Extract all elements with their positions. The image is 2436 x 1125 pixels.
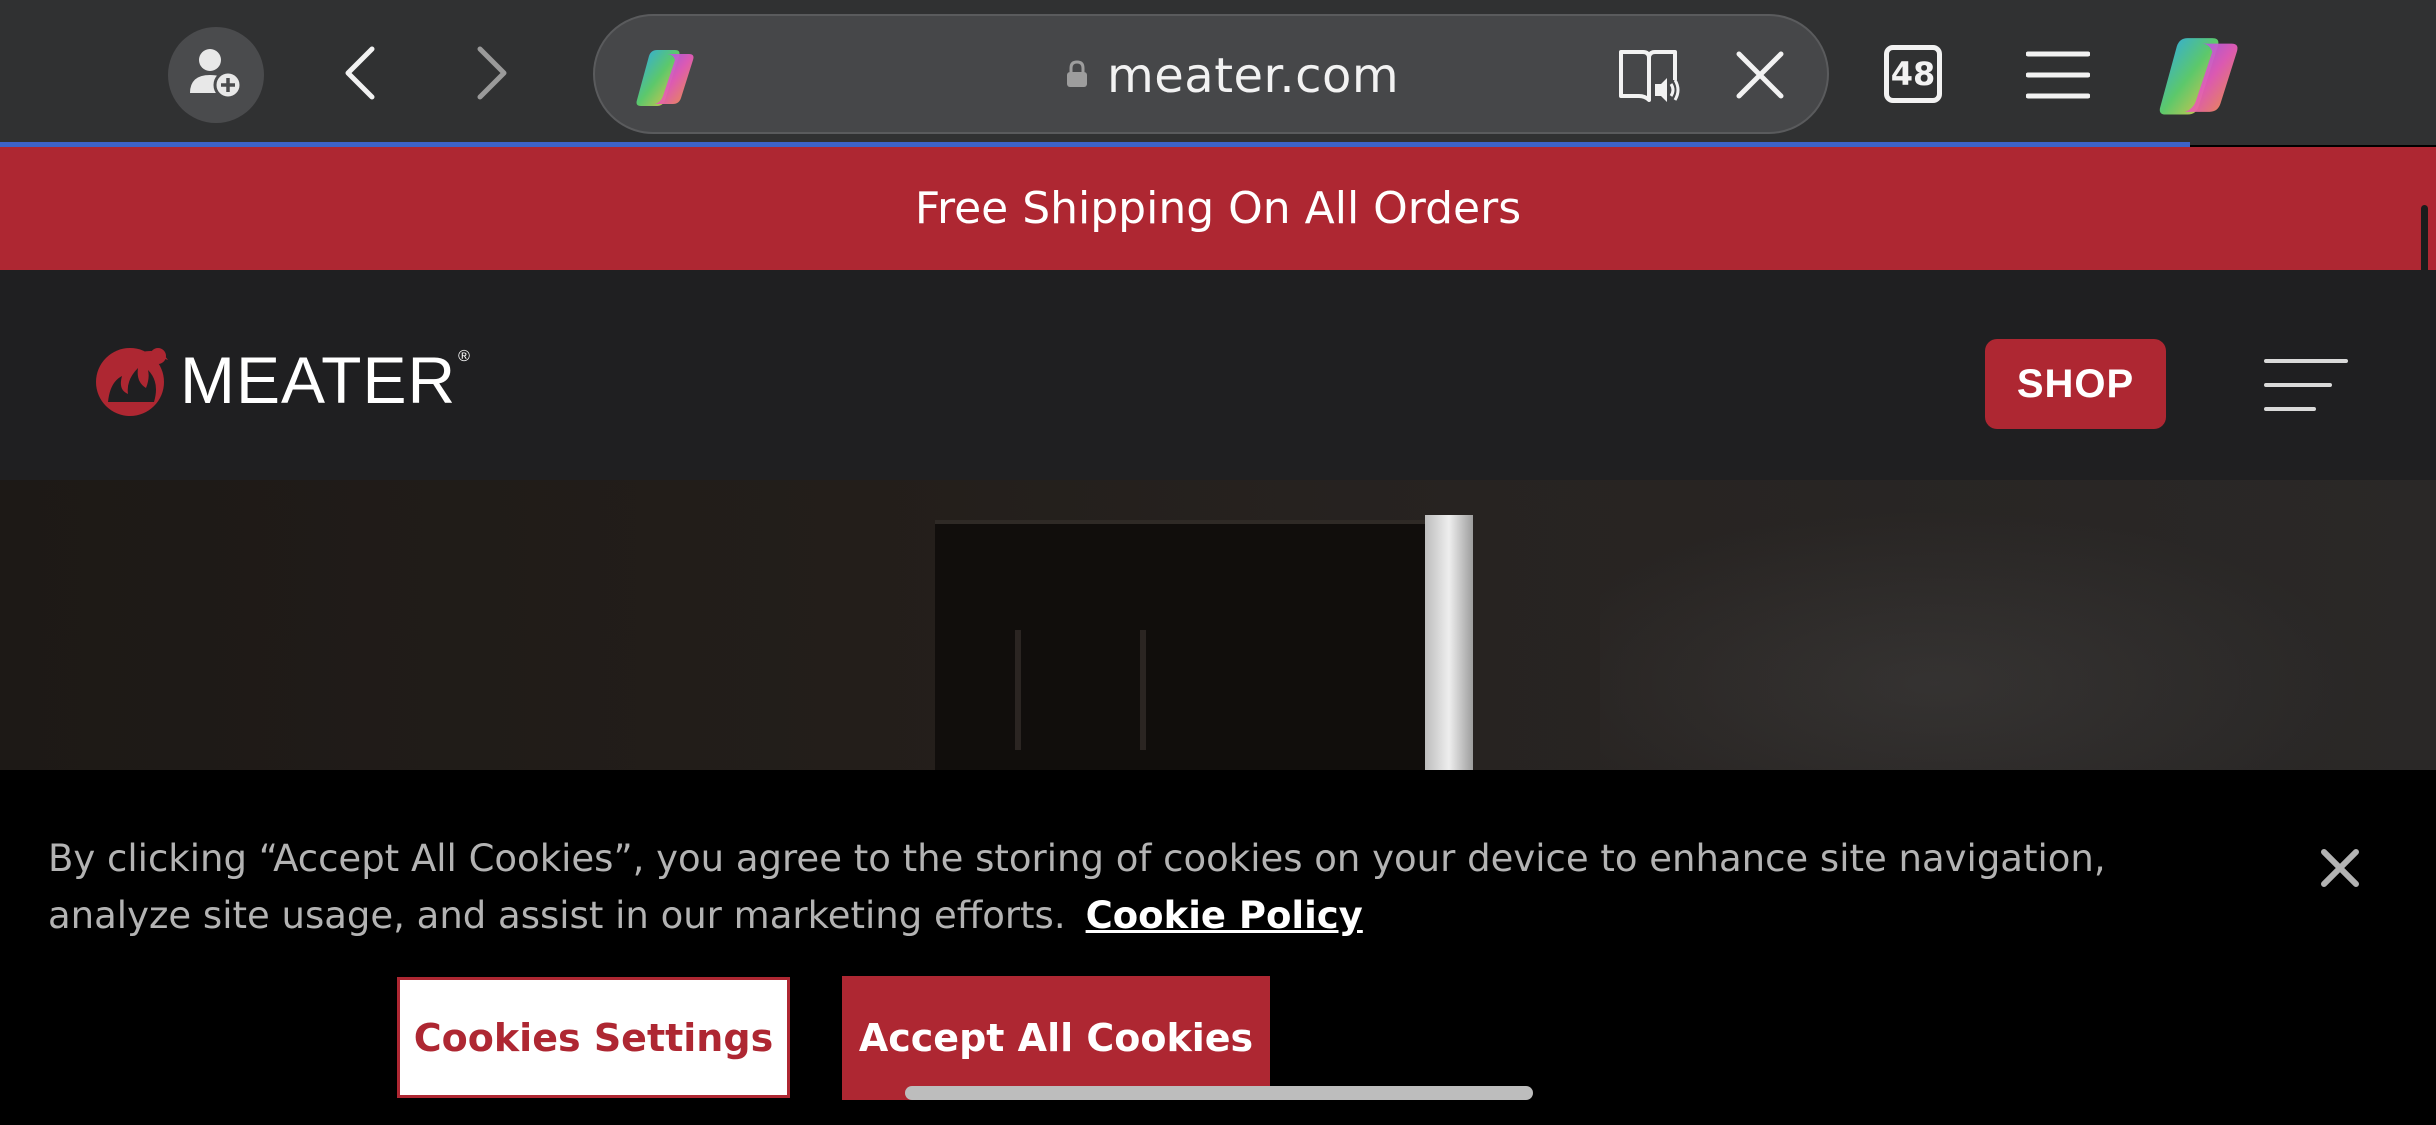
accept-all-cookies-button[interactable]: Accept All Cookies <box>842 976 1270 1100</box>
cookie-policy-link[interactable]: Cookie Policy <box>1086 894 1363 937</box>
address-bar[interactable]: meater.com <box>593 14 1829 134</box>
hero-smoke <box>1600 480 2436 770</box>
hero-handle <box>1015 630 1021 750</box>
home-indicator[interactable] <box>905 1086 1533 1100</box>
read-aloud-icon[interactable] <box>1617 46 1683 106</box>
cookie-message-text: By clicking “Accept All Cookies”, you ag… <box>48 837 2106 937</box>
profile-button[interactable] <box>168 27 264 123</box>
browser-menu-button[interactable] <box>2025 50 2091 100</box>
tabs-button[interactable]: 48 <box>1884 45 1942 103</box>
hero-cabinet <box>935 520 1435 770</box>
meater-logo[interactable]: MEATER ® <box>88 340 470 420</box>
flame-logo-icon <box>88 342 174 418</box>
logo-text: MEATER <box>180 343 457 417</box>
cookies-settings-button[interactable]: Cookies Settings <box>397 977 790 1098</box>
clear-url-button[interactable] <box>1731 46 1789 104</box>
site-header: MEATER ® SHOP <box>0 270 2436 480</box>
copilot-icon[interactable] <box>2150 30 2250 120</box>
chevron-right-icon <box>472 43 512 108</box>
shop-button[interactable]: SHOP <box>1985 339 2166 429</box>
cookie-consent-banner: By clicking “Accept All Cookies”, you ag… <box>0 770 2436 1125</box>
registered-mark: ® <box>458 348 470 365</box>
promo-text: Free Shipping On All Orders <box>914 183 1522 234</box>
hero-image <box>0 480 2436 770</box>
close-icon[interactable] <box>2318 846 2362 890</box>
copilot-icon[interactable] <box>631 44 701 110</box>
browser-toolbar: meater.com 48 <box>0 0 2436 145</box>
lock-icon <box>1065 59 1089 94</box>
back-button[interactable] <box>330 42 390 108</box>
url-text: meater.com <box>1107 48 1400 104</box>
cookie-message: By clicking “Accept All Cookies”, you ag… <box>48 830 2248 944</box>
hamburger-icon[interactable] <box>2264 357 2348 413</box>
hero-handle <box>1140 630 1146 750</box>
promo-banner: Free Shipping On All Orders <box>0 147 2436 270</box>
chevron-left-icon <box>340 43 380 108</box>
hero-light-strip <box>1425 515 1473 770</box>
add-profile-icon <box>186 43 246 108</box>
forward-button[interactable] <box>462 42 522 108</box>
